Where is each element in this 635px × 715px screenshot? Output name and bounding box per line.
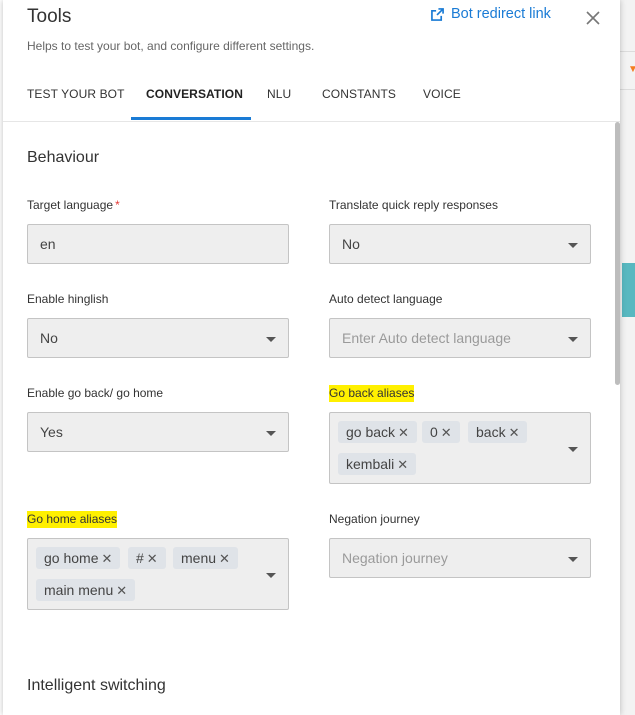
target-language-label: Target language * <box>27 198 120 212</box>
alias-chip[interactable]: go home ✕ <box>36 547 121 569</box>
enable-go-back-home-value: Yes <box>40 424 63 440</box>
alias-chip[interactable]: main menu ✕ <box>36 579 136 601</box>
alias-chip[interactable]: back ✕ <box>468 421 528 443</box>
target-language-input[interactable]: en <box>27 224 289 264</box>
alias-chip-label: main menu <box>44 582 114 598</box>
x-icon[interactable]: ✕ <box>509 425 520 440</box>
panel-subtitle: Helps to test your bot, and configure di… <box>27 39 315 53</box>
caret-down-icon <box>568 557 578 562</box>
x-icon[interactable]: ✕ <box>441 425 452 440</box>
section-title-behaviour: Behaviour <box>27 149 100 166</box>
target-language-value: en <box>40 236 56 252</box>
caret-down-icon <box>568 243 578 248</box>
alias-chip-label: go back <box>346 424 396 440</box>
tab-nlu[interactable]: NLU <box>267 72 291 121</box>
alias-chip-label: back <box>476 424 506 440</box>
alias-chip-label: 0 <box>430 424 438 440</box>
translate-quick-reply-label: Translate quick reply responses <box>329 198 498 212</box>
background-page: ▼ <box>620 0 635 715</box>
background-divider <box>620 51 635 52</box>
background-tab <box>622 263 635 317</box>
translate-quick-reply-value: No <box>342 236 360 252</box>
scrollbar-thumb[interactable] <box>615 122 620 385</box>
caret-down-icon <box>266 431 276 436</box>
go-home-aliases-label: Go home aliases <box>27 511 118 528</box>
tab-conversation[interactable]: CONVERSATION <box>146 72 243 121</box>
alias-chip[interactable]: kembali ✕ <box>338 453 417 475</box>
target-language-label-text: Target language <box>27 198 114 212</box>
enable-hinglish-label: Enable hinglish <box>27 292 109 306</box>
enable-hinglish-value: No <box>40 330 58 346</box>
caret-down-icon <box>266 573 276 578</box>
bot-redirect-link[interactable]: Bot redirect link <box>431 6 551 22</box>
enable-go-back-home-select[interactable]: Yes <box>27 412 289 452</box>
caret-down-icon <box>568 447 578 452</box>
x-icon[interactable]: ✕ <box>397 457 408 472</box>
tools-panel: Tools Helps to test your bot, and config… <box>3 0 620 715</box>
tab-voice[interactable]: VOICE <box>423 72 461 121</box>
required-marker: * <box>115 198 120 212</box>
enable-go-back-home-label: Enable go back/ go home <box>27 386 164 400</box>
auto-detect-language-placeholder: Enter Auto detect language <box>342 330 511 346</box>
tab-constants[interactable]: CONSTANTS <box>322 72 396 121</box>
auto-detect-language-select[interactable]: Enter Auto detect language <box>329 318 591 358</box>
go-back-aliases-label: Go back aliases <box>329 385 415 402</box>
panel-title: Tools <box>27 6 72 27</box>
alias-chip[interactable]: # ✕ <box>128 547 166 569</box>
alias-chip-label: menu <box>181 550 217 566</box>
alias-chip[interactable]: 0 ✕ <box>422 421 460 443</box>
alias-chip-label: # <box>136 550 144 566</box>
caret-down-icon <box>266 337 276 342</box>
negation-journey-select[interactable]: Negation journey <box>329 538 591 578</box>
close-icon[interactable] <box>584 9 602 27</box>
enable-hinglish-select[interactable]: No <box>27 318 289 358</box>
x-icon[interactable]: ✕ <box>219 551 230 566</box>
go-back-aliases-select[interactable]: go back ✕ 0 ✕ back ✕ kembali ✕ <box>329 412 591 484</box>
tab-bar: TEST YOUR BOT CONVERSATION NLU CONSTANTS… <box>3 72 620 122</box>
caret-down-icon <box>568 337 578 342</box>
negation-journey-placeholder: Negation journey <box>342 550 448 566</box>
external-link-icon <box>431 7 444 21</box>
tab-test-your-bot[interactable]: TEST YOUR BOT <box>27 72 125 121</box>
alias-chip-label: go home <box>44 550 99 566</box>
bot-redirect-label: Bot redirect link <box>451 6 551 22</box>
translate-quick-reply-select[interactable]: No <box>329 224 591 264</box>
alias-chip[interactable]: go back ✕ <box>338 421 417 443</box>
x-icon[interactable]: ✕ <box>147 551 158 566</box>
alias-chip-label: kembali <box>346 456 395 472</box>
alias-chip[interactable]: menu ✕ <box>173 547 238 569</box>
background-caret-icon: ▼ <box>628 64 635 75</box>
negation-journey-label: Negation journey <box>329 512 420 526</box>
x-icon[interactable]: ✕ <box>398 425 409 440</box>
background-divider <box>620 89 635 90</box>
section-title-intelligent-switching: Intelligent switching <box>27 677 166 694</box>
auto-detect-language-label: Auto detect language <box>329 292 443 306</box>
go-home-aliases-select[interactable]: go home ✕ # ✕ menu ✕ main menu ✕ <box>27 538 289 610</box>
x-icon[interactable]: ✕ <box>101 551 112 566</box>
x-icon[interactable]: ✕ <box>116 583 127 598</box>
active-tab-indicator <box>131 117 251 120</box>
